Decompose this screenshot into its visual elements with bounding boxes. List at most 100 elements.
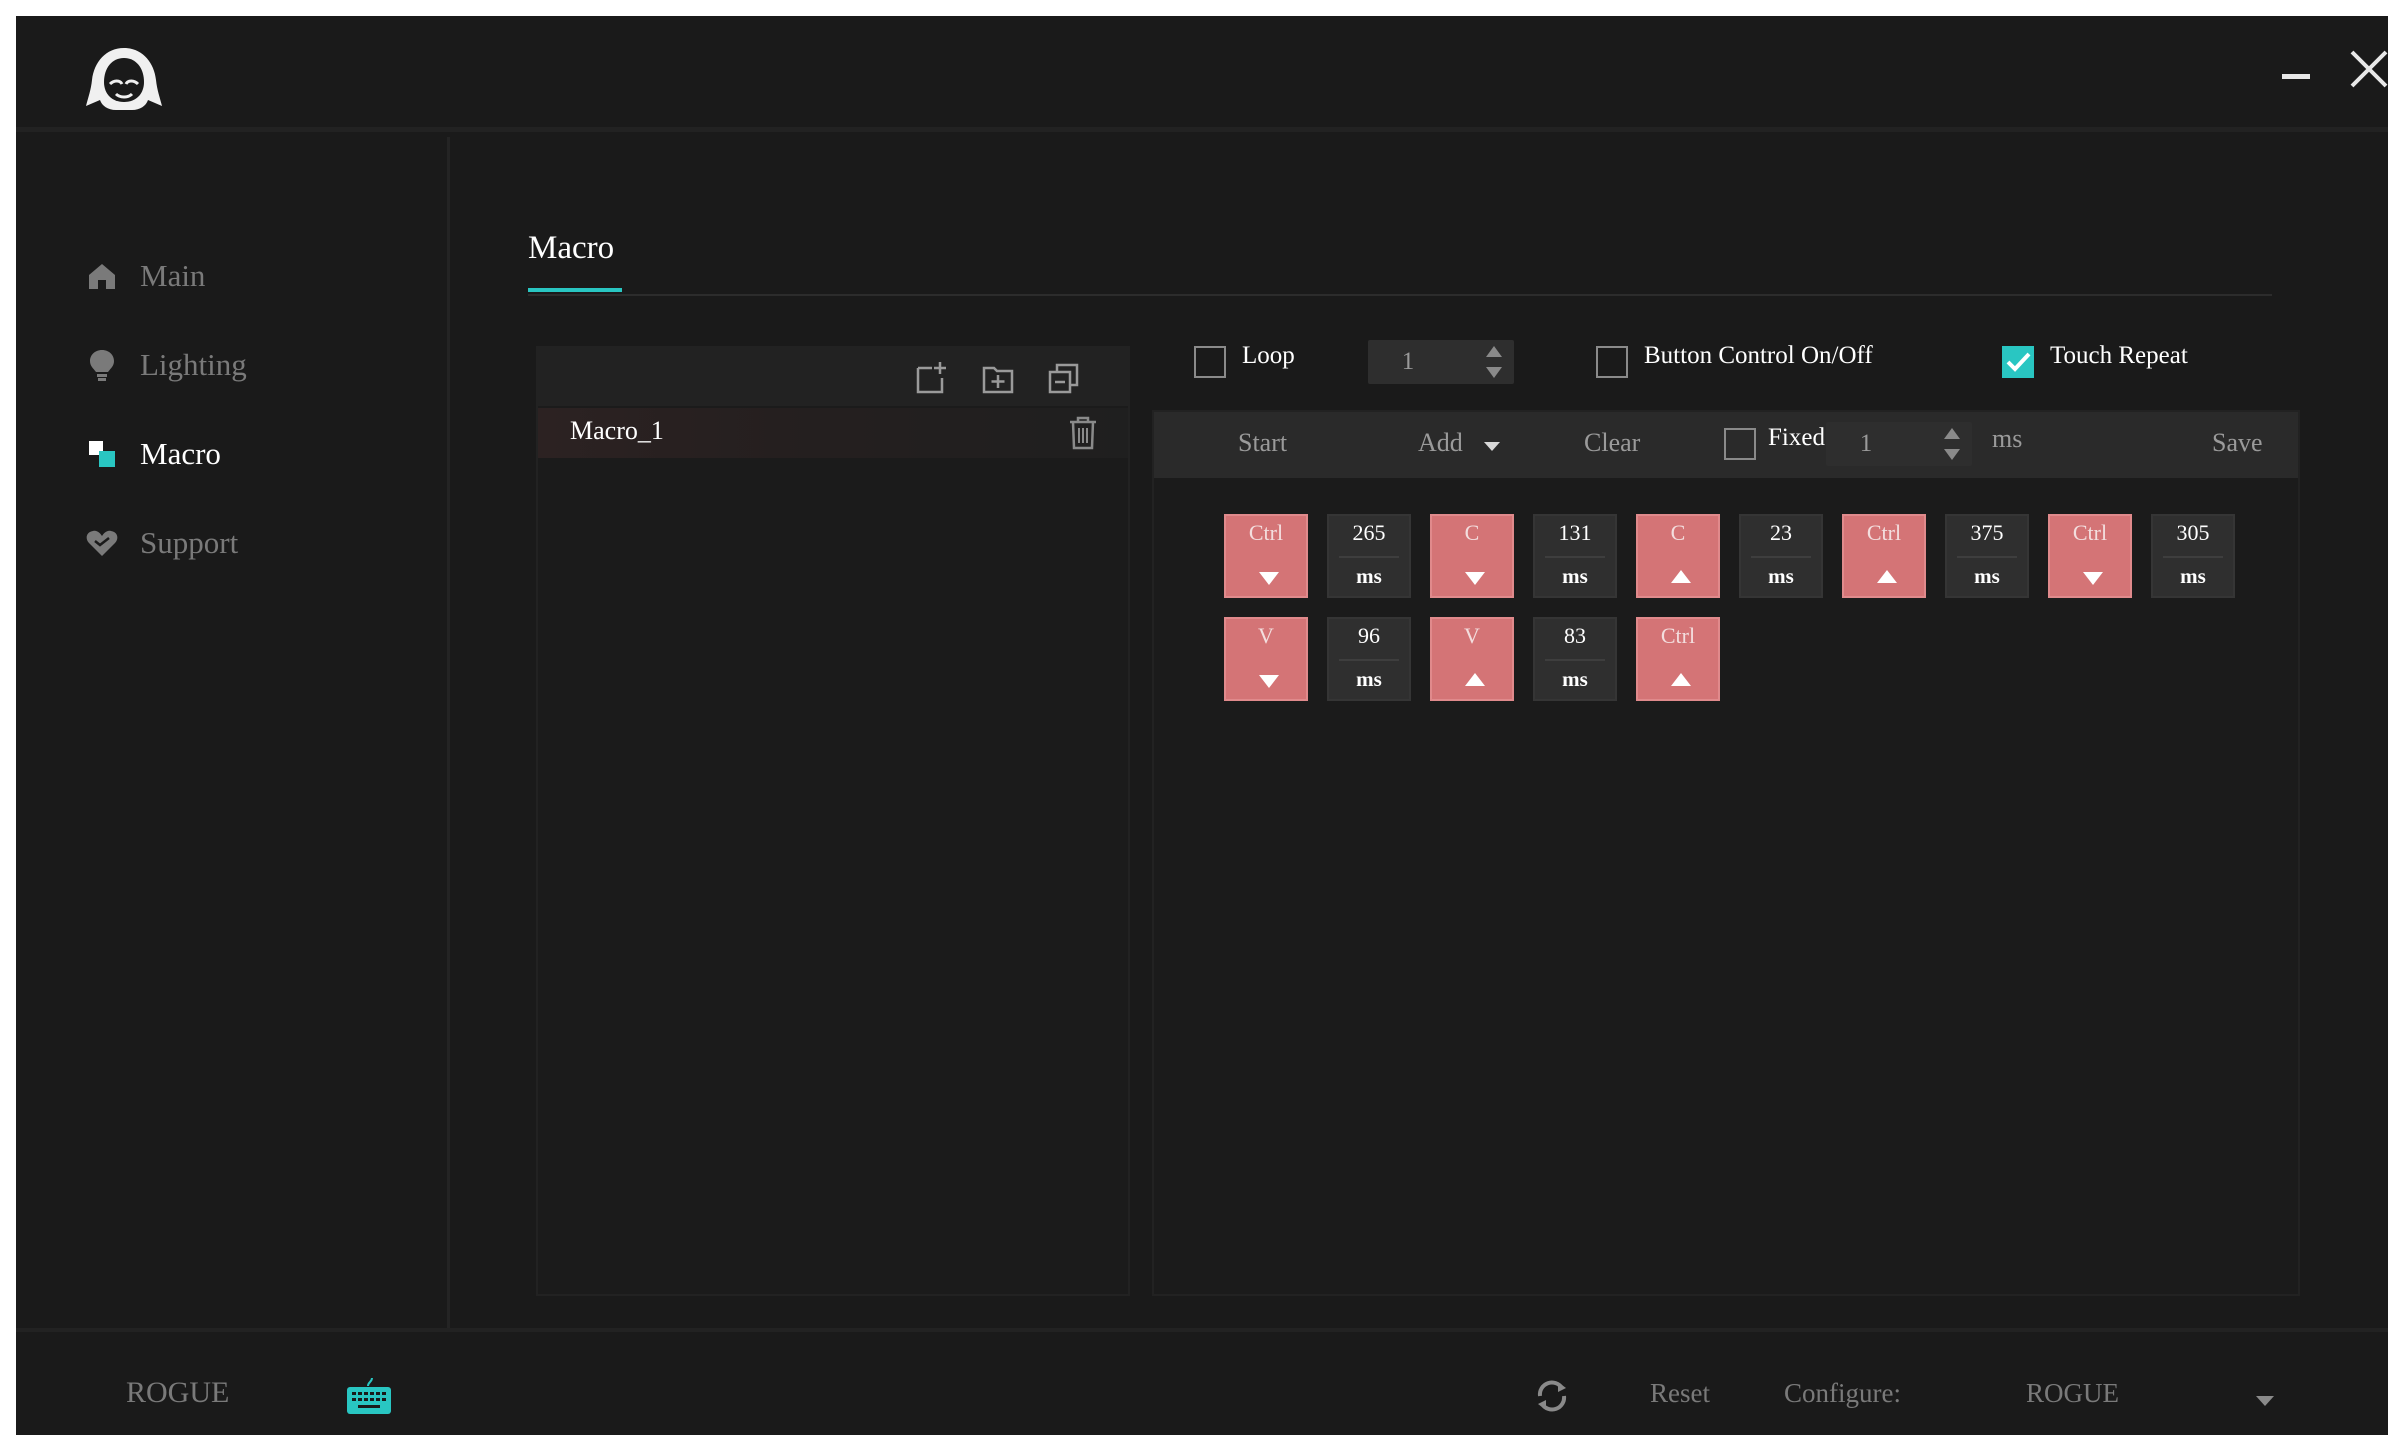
- sidebar-item-label: Support: [140, 525, 239, 560]
- hooded-figure-logo-icon: [86, 44, 162, 114]
- macro-list-toolbar: [538, 348, 1128, 406]
- delay-block[interactable]: 375 ms: [1945, 514, 2029, 598]
- add-button[interactable]: Add: [1418, 428, 1463, 458]
- loop-checkbox[interactable]: [1194, 346, 1226, 378]
- keyboard-icon[interactable]: [346, 1376, 392, 1416]
- decrement-icon[interactable]: [1486, 367, 1502, 378]
- key-up-arrow-icon: [1465, 673, 1485, 686]
- delay-block[interactable]: 96 ms: [1327, 617, 1411, 701]
- fixed-delay-stepper[interactable]: 1: [1826, 422, 1972, 466]
- key-event-block[interactable]: C: [1636, 514, 1720, 598]
- clear-button[interactable]: Clear: [1584, 428, 1640, 458]
- sidebar-item-support[interactable]: Support: [84, 518, 238, 568]
- delay-block[interactable]: 265 ms: [1327, 514, 1411, 598]
- key-down-arrow-icon: [1259, 572, 1279, 585]
- button-control-checkbox[interactable]: [1596, 346, 1628, 378]
- trash-icon[interactable]: [1066, 414, 1100, 452]
- key-up-arrow-icon: [1877, 570, 1897, 583]
- delay-unit: ms: [1356, 667, 1382, 691]
- key-down-arrow-icon: [1259, 675, 1279, 688]
- reset-button[interactable]: Reset: [1650, 1378, 1710, 1409]
- delay-value: 96: [1358, 623, 1380, 648]
- footer-bar: ROGUE Reset Configure: ROGUE: [16, 1328, 2388, 1435]
- key-event-block[interactable]: V: [1430, 617, 1514, 701]
- decrement-icon[interactable]: [1944, 449, 1960, 460]
- delay-unit: ms: [1356, 564, 1382, 588]
- macro-icon: [84, 436, 120, 472]
- fixed-checkbox[interactable]: [1724, 428, 1756, 460]
- fixed-delay-value: 1: [1859, 430, 1873, 457]
- key-label: Ctrl: [1866, 520, 1902, 545]
- configure-select[interactable]: ROGUE: [2026, 1378, 2119, 1409]
- delay-value: 23: [1770, 520, 1792, 545]
- new-macro-icon[interactable]: [914, 360, 950, 396]
- sidebar-item-label: Main: [140, 258, 206, 293]
- macro-list-panel: Macro_1: [536, 346, 1130, 1296]
- key-down-arrow-icon: [2083, 572, 2103, 585]
- heart-icon: [84, 525, 120, 561]
- key-label: Ctrl: [2072, 520, 2108, 545]
- touch-repeat-checkbox[interactable]: [2002, 346, 2034, 378]
- app-window: Main Lighting Macro Support Macro Macro_…: [16, 16, 2388, 1435]
- delay-block[interactable]: 131 ms: [1533, 514, 1617, 598]
- button-control-label: Button Control On/Off: [1644, 342, 1873, 369]
- loop-count-value: 1: [1401, 348, 1415, 375]
- sidebar-item-macro[interactable]: Macro: [84, 429, 221, 479]
- key-label: Ctrl: [1248, 520, 1284, 545]
- home-icon: [84, 258, 120, 294]
- tab-macro[interactable]: Macro: [528, 230, 614, 267]
- key-label: V: [1464, 623, 1480, 648]
- copy-icon[interactable]: [1046, 360, 1082, 396]
- fixed-label: Fixed: [1768, 424, 1825, 451]
- chevron-down-icon[interactable]: [2256, 1396, 2274, 1406]
- key-up-arrow-icon: [1671, 570, 1691, 583]
- key-label: Ctrl: [1660, 623, 1696, 648]
- title-bar: [16, 16, 2388, 132]
- sidebar-item-label: Macro: [140, 436, 221, 471]
- delay-unit: ms: [1562, 667, 1588, 691]
- delay-unit: ms: [2180, 564, 2206, 588]
- divider: [528, 294, 2272, 296]
- chevron-down-icon[interactable]: [1484, 442, 1500, 451]
- key-event-block[interactable]: Ctrl: [2048, 514, 2132, 598]
- fixed-unit-label: ms: [1992, 424, 2023, 453]
- key-event-block[interactable]: V: [1224, 617, 1308, 701]
- delay-block[interactable]: 23 ms: [1739, 514, 1823, 598]
- delay-block[interactable]: 305 ms: [2151, 514, 2235, 598]
- start-button[interactable]: Start: [1238, 428, 1287, 458]
- sidebar-item-main[interactable]: Main: [84, 251, 205, 301]
- key-event-block[interactable]: Ctrl: [1842, 514, 1926, 598]
- key-label: C: [1464, 520, 1480, 545]
- sidebar-item-lighting[interactable]: Lighting: [84, 340, 247, 390]
- editor-toolbar: Start Add Clear Fixed 1 ms Save: [1154, 412, 2298, 478]
- delay-unit: ms: [1562, 564, 1588, 588]
- sidebar-item-label: Lighting: [140, 347, 247, 382]
- increment-icon[interactable]: [1486, 346, 1502, 357]
- loop-label: Loop: [1242, 342, 1295, 369]
- divider: [1545, 659, 1605, 661]
- list-item[interactable]: Macro_1: [538, 408, 1128, 458]
- delay-value: 83: [1564, 623, 1586, 648]
- close-icon[interactable]: [2346, 46, 2388, 92]
- checkmark-icon: [2006, 352, 2031, 372]
- minimize-icon[interactable]: [2278, 56, 2318, 96]
- delay-value: 131: [1558, 520, 1592, 545]
- delay-unit: ms: [1974, 564, 2000, 588]
- delay-block[interactable]: 83 ms: [1533, 617, 1617, 701]
- sidebar: Main Lighting Macro Support: [16, 137, 450, 1340]
- increment-icon[interactable]: [1944, 428, 1960, 439]
- key-event-block[interactable]: Ctrl: [1224, 514, 1308, 598]
- active-tab-indicator: [528, 288, 622, 292]
- refresh-icon[interactable]: [1532, 1376, 1572, 1416]
- key-event-block[interactable]: C: [1430, 514, 1514, 598]
- save-button[interactable]: Save: [2212, 428, 2263, 458]
- loop-count-stepper[interactable]: 1: [1368, 340, 1514, 384]
- key-label: C: [1670, 520, 1686, 545]
- import-folder-icon[interactable]: [980, 360, 1016, 396]
- key-label: V: [1258, 623, 1274, 648]
- delay-value: 305: [2176, 520, 2210, 545]
- key-event-block[interactable]: Ctrl: [1636, 617, 1720, 701]
- lightbulb-icon: [84, 347, 120, 383]
- divider: [1751, 556, 1811, 558]
- touch-repeat-label: Touch Repeat: [2050, 342, 2188, 369]
